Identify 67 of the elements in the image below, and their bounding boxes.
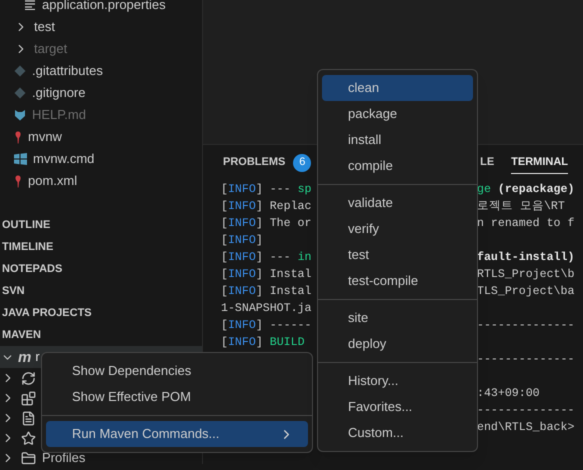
terminal-text: [INFO] Replac xyxy=(221,200,312,213)
diamond-icon xyxy=(14,65,26,77)
terminal-text: 로젝트 모음\RT xyxy=(477,199,565,215)
panel-tab[interactable]: TERMINAL xyxy=(511,152,568,174)
menu-item[interactable]: Show Dependencies xyxy=(46,358,308,384)
menu-item[interactable]: Show Effective POM xyxy=(46,384,308,410)
diamond-icon xyxy=(14,87,26,99)
file-name[interactable]: mvnw.cmd xyxy=(33,149,94,169)
lines-icon xyxy=(24,0,36,10)
file-name[interactable]: test xyxy=(34,17,55,37)
maven-logo: m xyxy=(18,350,32,364)
section-header[interactable]: MAVEN xyxy=(2,326,41,344)
terminal-text: [INFO] Instal xyxy=(221,285,312,298)
terminal-text: :43+09:00 xyxy=(477,386,540,402)
terminal-text: [INFO] --- in xyxy=(221,251,312,264)
terminal-text: [INFO] xyxy=(221,234,263,247)
terminal-text: [INFO] Instal xyxy=(221,268,312,281)
terminal-text: -------------- xyxy=(477,318,574,334)
menu-item[interactable]: Favorites... xyxy=(322,394,473,420)
terminal-text: n renamed to f xyxy=(477,216,574,232)
terminal-text: end\RTLS_back> xyxy=(477,420,574,436)
menu-item[interactable]: install xyxy=(322,127,473,153)
terminal-text: [INFO] The or xyxy=(221,217,312,230)
section-header[interactable]: TIMELINE xyxy=(2,238,54,256)
menu-item[interactable]: Custom... xyxy=(322,420,473,446)
menu-item[interactable]: validate xyxy=(322,190,473,216)
menu-item[interactable]: verify xyxy=(322,216,473,242)
file-name[interactable]: application.properties xyxy=(42,0,166,15)
terminal-text: -------------- xyxy=(477,403,574,419)
file-name[interactable]: pom.xml xyxy=(28,171,78,191)
section-header[interactable]: NOTEPADS xyxy=(2,260,62,278)
menu-item[interactable]: Run Maven Commands... xyxy=(46,421,308,447)
menu-item[interactable]: History... xyxy=(322,368,473,394)
terminal-text: 1-SNAPSHOT.ja xyxy=(221,302,312,315)
windows-icon xyxy=(14,153,27,165)
section-header[interactable]: OUTLINE xyxy=(2,216,50,234)
file-name[interactable]: mvnw xyxy=(28,127,62,147)
folder-icon xyxy=(21,450,36,466)
document-icon xyxy=(21,410,36,426)
feather-icon xyxy=(14,174,22,188)
count-badge: 6 xyxy=(293,154,312,172)
section-header[interactable]: JAVA PROJECTS xyxy=(2,304,92,322)
menu-item[interactable]: compile xyxy=(322,153,473,179)
section-header[interactable]: SVN xyxy=(2,282,25,300)
terminal-text: TLS_Project\ba xyxy=(477,284,574,300)
terminal-text: [INFO] BUILD xyxy=(221,336,305,349)
menu-item[interactable]: package xyxy=(322,101,473,127)
terminal-text: fault-install) xyxy=(477,250,574,266)
terminal-text: ge (repackage) xyxy=(477,182,574,198)
terminal-text: [INFO] ------ xyxy=(221,319,312,332)
menu-item[interactable]: test-compile xyxy=(322,268,473,294)
blocks-icon xyxy=(21,390,36,406)
terminal-text: RTLS_Project\b xyxy=(477,267,574,283)
menu-item[interactable]: test xyxy=(322,242,473,268)
refresh-icon xyxy=(21,370,36,386)
panel-tab[interactable]: LE xyxy=(480,152,494,174)
star-icon xyxy=(21,430,36,446)
file-name[interactable]: .gitattributes xyxy=(32,61,103,81)
menu-item[interactable]: deploy xyxy=(322,331,473,357)
file-name[interactable]: .gitignore xyxy=(32,83,86,103)
menu-item[interactable]: clean xyxy=(322,75,473,101)
terminal-text: -------------- xyxy=(477,352,574,368)
panel-tab[interactable]: PROBLEMS 6 xyxy=(223,152,312,174)
feather-icon xyxy=(14,130,22,144)
terminal-text: [INFO] --- sp xyxy=(221,183,312,196)
menu-item[interactable]: site xyxy=(322,305,473,331)
project-name[interactable]: r xyxy=(35,347,40,367)
